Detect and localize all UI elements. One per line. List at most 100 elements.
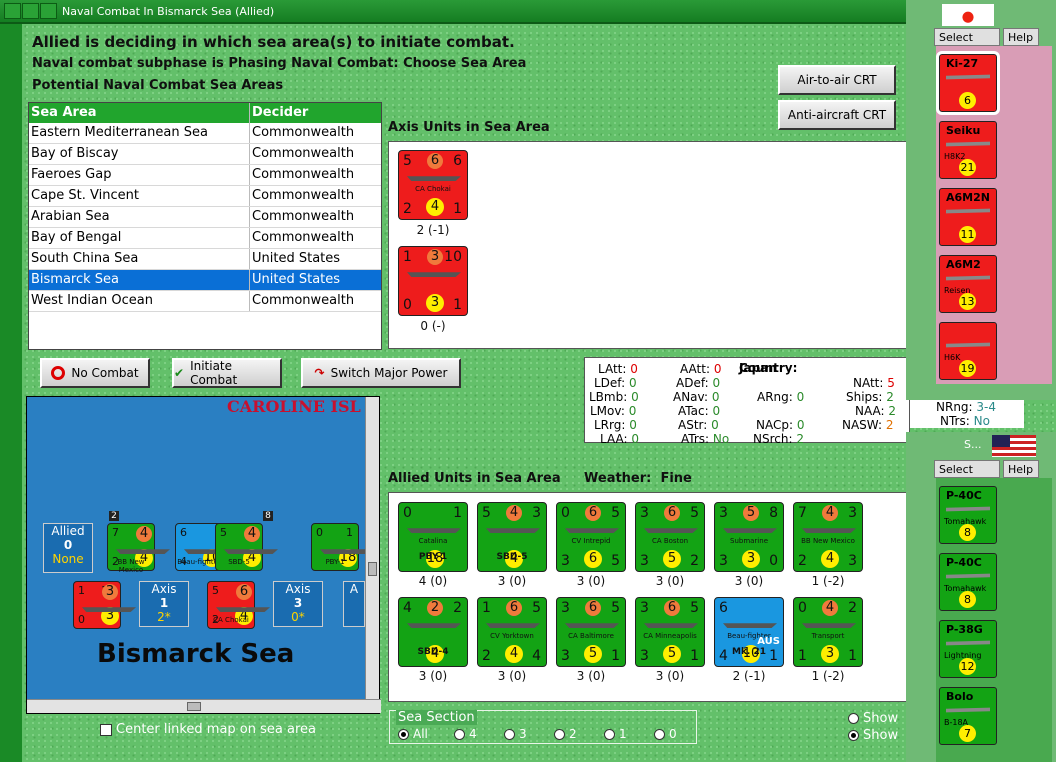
allied-unit-counter[interactable]: 0 5 3 5 6 6 CV Intrepid bbox=[556, 502, 626, 572]
unit-model: PBY-1 bbox=[418, 552, 448, 562]
table-row[interactable]: Faeroes Gap Commonwealth bbox=[29, 165, 381, 186]
axis-box-2[interactable]: Axis 3 0* bbox=[273, 581, 323, 627]
weather-field: Weather: Fine bbox=[584, 471, 692, 486]
factor-tr: 8 bbox=[769, 505, 778, 521]
allied-units-title: Allied Units in Sea Area bbox=[388, 471, 561, 486]
factor-bl: 3 bbox=[561, 553, 570, 569]
allied-box-sub: None bbox=[52, 552, 84, 566]
center-map-checkbox[interactable]: Center linked map on sea area bbox=[100, 722, 316, 737]
table-row[interactable]: South China Sea United States bbox=[29, 249, 381, 270]
sea-section-option[interactable]: 4 bbox=[454, 727, 504, 741]
axis-box-1[interactable]: Axis 1 2* bbox=[139, 581, 189, 627]
reserve-unit-name: P-40C bbox=[946, 556, 982, 569]
reserve-unit-counter[interactable]: H6K 19 bbox=[939, 322, 997, 380]
reserve-unit-counter[interactable]: P-40C Tomahawk 8 bbox=[939, 553, 997, 611]
allied-unit-counter[interactable]: 3 8 3 0 5 3 Submarine bbox=[714, 502, 784, 572]
axis-unit-counter[interactable]: 5 6 2 1 6 4 CA Chokai bbox=[398, 150, 468, 220]
map-vscroll[interactable] bbox=[365, 397, 379, 701]
factor-br: 1 bbox=[611, 648, 620, 664]
map-unit-counter[interactable]: 5344SBD-5 bbox=[215, 523, 278, 571]
reserve-unit-counter[interactable]: Seiku H8K2 21 bbox=[939, 121, 997, 179]
japan-select-button[interactable]: Select bbox=[934, 28, 1000, 46]
reserve-unit-counter[interactable]: A6M2 Reisen 13 bbox=[939, 255, 997, 313]
allied-unit-counter[interactable]: 3 5 3 1 6 5 CA Baltimore bbox=[556, 597, 626, 667]
table-row[interactable]: Cape St. Vincent Commonwealth bbox=[29, 186, 381, 207]
japan-flag-icon bbox=[942, 4, 994, 26]
cell-decider: United States bbox=[252, 251, 341, 266]
factor-bl: 2 bbox=[798, 553, 807, 569]
japan-help-button[interactable]: Help bbox=[1003, 28, 1039, 46]
sea-section-option[interactable]: 0 bbox=[654, 727, 694, 741]
aircraft-icon bbox=[946, 640, 990, 646]
map-unit-counter[interactable]: 1100133 bbox=[73, 581, 136, 629]
map-unit-counter[interactable]: 0 1 18 PBY-1 bbox=[311, 523, 374, 571]
reserve-unit-counter[interactable]: Ki-27 6 bbox=[936, 51, 1000, 115]
reserve-unit-counter[interactable]: A6M2N 11 bbox=[939, 188, 997, 246]
table-row[interactable]: West Indian Ocean Commonwealth bbox=[29, 291, 381, 312]
allied-unit-counter[interactable]: 3 5 3 2 6 5 CA Boston bbox=[635, 502, 705, 572]
allied-unit-counter[interactable]: 1 5 2 4 6 4 CV Yorktown bbox=[477, 597, 547, 667]
factor-tl: 0 bbox=[316, 526, 323, 539]
air-to-air-crt-button[interactable]: Air-to-air CRT bbox=[778, 65, 896, 95]
allied-unit-counter[interactable]: 0 1 18 Catalina PBY-1 bbox=[398, 502, 468, 572]
factor-bottom: 6 bbox=[584, 550, 602, 568]
unit-combat-value: 1 (-2) bbox=[811, 669, 845, 683]
radio-icon[interactable] bbox=[554, 729, 565, 740]
minimize-button[interactable] bbox=[22, 3, 39, 19]
initiate-combat-button[interactable]: ✔ Initiate Combat bbox=[172, 358, 282, 388]
axis-unit-counter[interactable]: 1 10 0 1 3 3 bbox=[398, 246, 468, 316]
axis-box-3[interactable]: A bbox=[343, 581, 365, 627]
reserve-unit-subname: H6K bbox=[944, 353, 961, 362]
map-unit-counter[interactable]: 562164CA Chokai bbox=[207, 581, 270, 629]
map-hscroll-thumb[interactable] bbox=[187, 702, 201, 711]
anti-aircraft-crt-button[interactable]: Anti-aircraft CRT bbox=[778, 100, 896, 130]
reserve-unit-counter[interactable]: P-40C Tomahawk 8 bbox=[939, 486, 997, 544]
unit-combat-value: 2 (-1) bbox=[416, 223, 450, 237]
col-sea-area[interactable]: Sea Area bbox=[29, 103, 250, 123]
allied-unit-counter[interactable]: 7 3 2 3 4 4 BB New Mexico bbox=[793, 502, 863, 572]
no-combat-button[interactable]: No Combat bbox=[40, 358, 150, 388]
stat-latt: LAtt: 0 bbox=[598, 362, 638, 376]
sea-area-map[interactable]: CAROLINE ISL Allied 0 None 7 3 2 3 4 4 BB New … bbox=[26, 396, 381, 714]
map-vscroll-thumb[interactable] bbox=[368, 562, 377, 576]
factor-tl: 7 bbox=[798, 505, 807, 521]
checkbox-box[interactable] bbox=[100, 723, 112, 736]
radio-icon[interactable] bbox=[604, 729, 615, 740]
table-row[interactable]: Bismarck Sea United States bbox=[29, 270, 381, 291]
stat-aatt: AAtt: 0 bbox=[680, 362, 722, 376]
allied-unit-counter[interactable]: 0 2 1 1 4 3 Transport bbox=[793, 597, 863, 667]
cell-decider: Commonwealth bbox=[252, 188, 355, 203]
unit-combat-value: 2 (-1) bbox=[732, 669, 766, 683]
pin-button[interactable] bbox=[40, 3, 57, 19]
radio-icon[interactable] bbox=[654, 729, 665, 740]
radio-icon[interactable] bbox=[504, 729, 515, 740]
us-help-button[interactable]: Help bbox=[1003, 460, 1039, 478]
switch-major-power-button[interactable]: ↷ Switch Major Power bbox=[301, 358, 461, 388]
table-row[interactable]: Bay of Biscay Commonwealth bbox=[29, 144, 381, 165]
show-radio-2[interactable]: Show bbox=[848, 728, 898, 743]
allied-sea-box[interactable]: Allied 0 None bbox=[43, 523, 93, 573]
us-select-button[interactable]: Select bbox=[934, 460, 1000, 478]
sea-section-option[interactable]: All bbox=[398, 727, 454, 741]
cell-decider: Commonwealth bbox=[252, 125, 355, 140]
radio-icon[interactable] bbox=[398, 729, 409, 740]
app-menu-icon[interactable] bbox=[4, 3, 21, 19]
sea-section-option[interactable]: 2 bbox=[554, 727, 604, 741]
sea-section-option[interactable]: 3 bbox=[504, 727, 554, 741]
map-hscroll[interactable] bbox=[27, 699, 381, 713]
table-row[interactable]: Eastern Mediterranean Sea Commonwealth bbox=[29, 123, 381, 144]
allied-unit-counter[interactable]: 6 4 1 10 Beau-fighter Mk. 21 AUS bbox=[714, 597, 784, 667]
reserve-unit-counter[interactable]: Bolo B-18A 7 bbox=[939, 687, 997, 745]
table-row[interactable]: Arabian Sea Commonwealth bbox=[29, 207, 381, 228]
sea-section-option[interactable]: 1 bbox=[604, 727, 654, 741]
table-row[interactable]: Bay of Bengal Commonwealth bbox=[29, 228, 381, 249]
allied-unit-counter[interactable]: 5 3 4 4 SBD-5 bbox=[477, 502, 547, 572]
radio-icon[interactable] bbox=[454, 729, 465, 740]
reserve-unit-counter[interactable]: P-38G Lightning 12 bbox=[939, 620, 997, 678]
show-radio-1[interactable]: Show bbox=[848, 711, 898, 726]
allied-unit-counter[interactable]: 4 2 2 4 SBD-4 bbox=[398, 597, 468, 667]
map-unit-counter[interactable]: 732344BB New Mexico bbox=[107, 523, 170, 574]
allied-unit-counter[interactable]: 3 5 3 1 6 5 CA Minneapolis bbox=[635, 597, 705, 667]
factor-top: 4 bbox=[822, 600, 838, 616]
col-decider[interactable]: Decider bbox=[250, 103, 381, 123]
